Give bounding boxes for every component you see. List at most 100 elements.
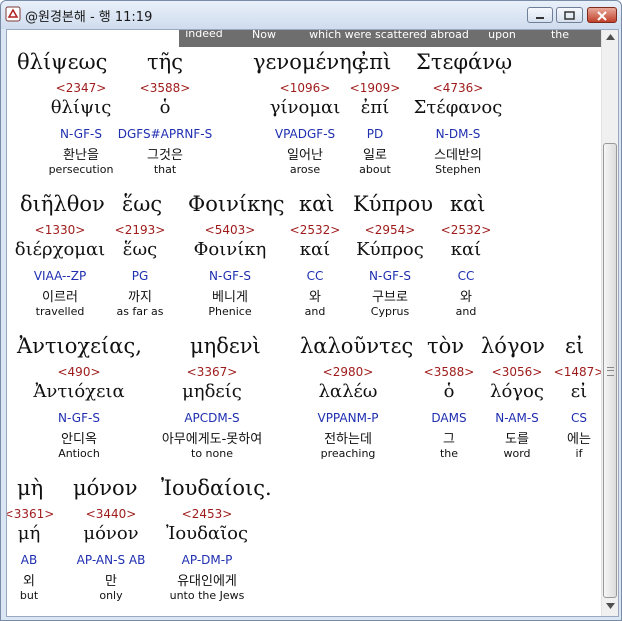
lemma-word: Φοινίκη [193,239,267,260]
lemma-word: μή [17,523,41,544]
strong-number: <2347> [55,81,107,95]
greek-word: θλίψεως [17,50,108,74]
parse-code: DAMS [431,411,467,425]
greek-word: Στεφάνῳ [416,50,513,74]
minimize-button[interactable] [527,7,553,23]
top-word: which were scattered abroad [309,29,469,41]
lemma-word: Κύπρος [356,239,424,260]
scrollbar-thumb[interactable] [603,143,617,598]
strong-number: <490> [57,365,101,379]
lemma-word: λαλέω [318,381,378,402]
parse-code: VPPANM-P [317,411,379,425]
top-word: Now [252,29,276,41]
top-word: indeed [185,29,223,40]
greek-word: ἐπὶ [358,50,392,74]
korean-gloss: 까지 [128,290,152,305]
strong-number: <1487> [553,365,605,379]
parse-code: CS [571,411,587,425]
top-word: they [82,29,108,41]
strong-number: <2980> [322,365,374,379]
korean-gloss: 도를 [505,432,529,447]
korean-gloss: 와 [460,290,472,305]
lemma-word: μόνον [83,523,139,544]
english-gloss: Antioch [58,447,100,460]
scroll-up-button[interactable] [604,31,617,46]
strong-number: <3440> [85,507,137,521]
lemma-word: καί [450,239,482,260]
korean-gloss: 유대인에게 [177,574,237,589]
english-gloss: as far as [116,305,164,318]
interlinear-block: θλίψεως <2347> θλίψις N-GF-S 환난을 persecution τ… [7,50,603,182]
korean-gloss: 만 [105,574,117,589]
english-gloss: travelled [35,305,85,318]
parse-code: PG [131,269,149,283]
interlinear-block: διῆλθον <1330> διέρχομαι VIAA--ZP 이르러 travell… [7,192,603,324]
minimize-icon [536,17,544,19]
greek-word: καὶ [450,192,486,216]
english-gloss: and [455,305,477,318]
korean-gloss: 아무에게도-못하여 [161,432,263,447]
greek-word: Κύπρου [353,192,434,216]
korean-gloss: 일어난 [287,148,323,163]
greek-word: καὶ [299,192,335,216]
lemma-word: διέρχομαι [14,239,106,260]
english-gloss: preaching [320,447,376,460]
scroll-down-button[interactable] [604,600,617,615]
strong-number: <3361> [6,507,55,521]
strong-number: <2954> [364,223,416,237]
strong-number: <2193> [114,223,166,237]
strong-number: <3588> [139,81,191,95]
greek-word: εἰ [565,334,585,358]
lemma-word: θλίψις [50,97,112,118]
greek-word: λαλοῦντες [300,334,414,358]
strong-number: <1330> [34,223,86,237]
maximize-button[interactable] [556,7,583,23]
interlinear-block: Ἀντιοχείας, <490> Ἀντιόχεια N-GF-S 안디옥 Antioc… [7,334,605,466]
parse-code: AP-AN-S AB [76,553,146,567]
parse-code: N-GF-S [369,269,411,283]
parse-code: DGFS#APRNF-S [117,127,213,141]
strong-number: <3588> [423,365,475,379]
previous-row-partial: they indeed Now which were scattered abr… [7,30,603,47]
close-button[interactable] [587,7,617,23]
greek-word: Φοινίκης [188,192,285,216]
korean-gloss: 베니게 [212,290,248,305]
interlinear-block: μὴ <3361> μή AB 외 but μόνον <3440> μόνον AP-AN-S … [7,476,603,608]
english-gloss: word [503,447,531,460]
lemma-word: λόγος [490,381,544,402]
parse-code: CC [457,269,475,283]
lemma-word: Στέφανος [413,97,503,118]
close-icon [597,11,607,21]
scroll-up-icon [606,34,615,40]
korean-gloss: 일로 [363,148,387,163]
lemma-word: Ἰουδαῖος [165,523,249,544]
korean-gloss: 그 [443,432,455,447]
parse-code: PD [366,127,384,141]
parse-code: AB [20,553,38,567]
window-title: @원경본해 - 행 11:19 [25,10,153,25]
korean-gloss: 안디옥 [61,432,97,447]
english-gloss: to none [191,447,233,460]
lemma-word: μηδείς [182,381,242,402]
greek-word: ἕως [122,192,163,216]
lemma-word: ὁ [159,97,171,118]
strong-number: <4736> [432,81,484,95]
english-gloss: but [19,589,39,602]
app-icon [5,6,21,22]
parse-code: AP-DM-P [181,553,233,567]
greek-word: Ἰουδαίοις. [161,476,272,500]
korean-gloss: 스데반의 [434,148,482,163]
strong-number: <2532> [289,223,341,237]
lemma-word: ἕως [122,239,158,260]
english-gloss: about [359,163,391,176]
korean-gloss: 구브로 [372,290,408,305]
vertical-scrollbar[interactable] [601,30,618,616]
greek-word: τὸν [427,334,465,358]
parse-code: N-DM-S [435,127,481,141]
app-window: @원경본해 - 행 11:19 they indeed Now which we… [0,0,622,621]
lemma-word: καί [299,239,331,260]
title-bar[interactable]: @원경본해 - 행 11:19 [1,1,621,29]
english-gloss: and [304,305,326,318]
korean-gloss: 외 [23,574,35,589]
verse-view[interactable]: they indeed Now which were scattered abr… [6,29,619,617]
